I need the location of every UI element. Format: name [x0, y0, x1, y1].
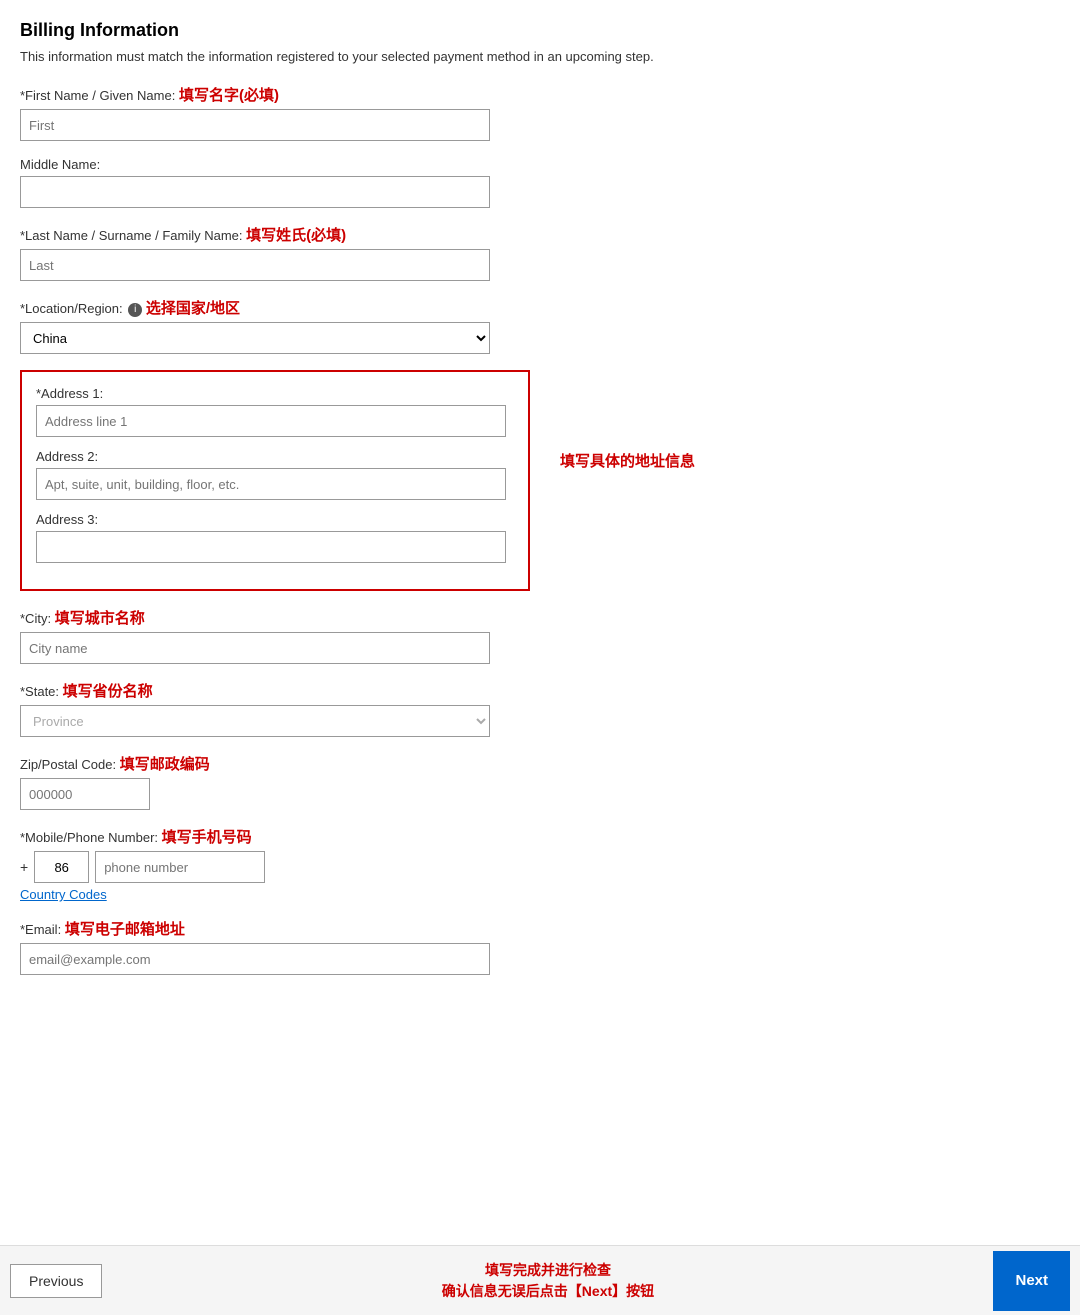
email-label-text: *Email:: [20, 922, 61, 937]
first-name-group: *First Name / Given Name: 填写名字(必填): [20, 84, 1060, 141]
footer-bar: Previous 填写完成并进行检查 确认信息无误后点击【Next】按钮 Nex…: [0, 1245, 1080, 1315]
location-label: *Location/Region: i 选择国家/地区: [20, 297, 1060, 318]
phone-country-code-input[interactable]: [34, 851, 89, 883]
state-select[interactable]: Province Beijing Shanghai Guangdong: [20, 705, 490, 737]
location-select[interactable]: China United States Japan Korea Other: [20, 322, 490, 354]
previous-button[interactable]: Previous: [10, 1264, 102, 1298]
address3-group: Address 3:: [36, 512, 514, 563]
email-input[interactable]: [20, 943, 490, 975]
first-name-label: *First Name / Given Name: 填写名字(必填): [20, 84, 1060, 105]
address1-label: *Address 1:: [36, 386, 514, 401]
middle-name-label: Middle Name:: [20, 157, 1060, 172]
footer-annotation-line2: 确认信息无误后点击【Next】按钮: [102, 1281, 993, 1302]
phone-plus: +: [20, 859, 28, 875]
state-annotation: 填写省份名称: [63, 683, 153, 700]
footer-annotation-line1: 填写完成并进行检查: [102, 1260, 993, 1281]
city-label: *City: 填写城市名称: [20, 607, 1060, 628]
city-label-text: *City:: [20, 611, 51, 626]
country-codes-link[interactable]: Country Codes: [20, 887, 107, 902]
address2-label: Address 2:: [36, 449, 514, 464]
address-annotation: 填写具体的地址信息: [560, 450, 695, 471]
address2-group: Address 2:: [36, 449, 514, 500]
phone-label-text: *Mobile/Phone Number:: [20, 830, 158, 845]
state-label-text: *State:: [20, 684, 59, 699]
email-annotation: 填写电子邮箱地址: [65, 921, 185, 938]
last-name-group: *Last Name / Surname / Family Name: 填写姓氏…: [20, 224, 1060, 281]
address1-group: *Address 1:: [36, 386, 514, 437]
phone-row: +: [20, 851, 1060, 883]
last-name-input[interactable]: [20, 249, 490, 281]
first-name-annotation: 填写名字(必填): [179, 87, 279, 104]
email-label: *Email: 填写电子邮箱地址: [20, 918, 1060, 939]
address3-input[interactable]: [36, 531, 506, 563]
city-input[interactable]: [20, 632, 490, 664]
phone-group: *Mobile/Phone Number: 填写手机号码 + Country C…: [20, 826, 1060, 902]
page-description: This information must match the informat…: [20, 49, 1060, 64]
address-block: *Address 1: Address 2: Address 3:: [20, 370, 530, 591]
footer-annotation: 填写完成并进行检查 确认信息无误后点击【Next】按钮: [102, 1260, 993, 1302]
middle-name-group: Middle Name:: [20, 157, 1060, 208]
zip-annotation: 填写邮政编码: [120, 756, 210, 773]
phone-label: *Mobile/Phone Number: 填写手机号码: [20, 826, 1060, 847]
last-name-label: *Last Name / Surname / Family Name: 填写姓氏…: [20, 224, 1060, 245]
location-annotation: 选择国家/地区: [146, 300, 240, 317]
zip-label: Zip/Postal Code: 填写邮政编码: [20, 753, 1060, 774]
address-wrapper: *Address 1: Address 2: Address 3: 填写具体的地…: [20, 370, 1060, 591]
middle-name-input[interactable]: [20, 176, 490, 208]
zip-group: Zip/Postal Code: 填写邮政编码: [20, 753, 1060, 810]
address2-input[interactable]: [36, 468, 506, 500]
last-name-label-text: *Last Name / Surname / Family Name:: [20, 228, 243, 243]
phone-number-input[interactable]: [95, 851, 265, 883]
first-name-input[interactable]: [20, 109, 490, 141]
last-name-annotation: 填写姓氏(必填): [246, 227, 346, 244]
address3-label: Address 3:: [36, 512, 514, 527]
location-info-icon[interactable]: i: [128, 303, 142, 317]
city-group: *City: 填写城市名称: [20, 607, 1060, 664]
zip-label-text: Zip/Postal Code:: [20, 757, 116, 772]
first-name-label-text: *First Name / Given Name:: [20, 88, 175, 103]
city-annotation: 填写城市名称: [55, 610, 145, 627]
phone-annotation: 填写手机号码: [162, 829, 252, 846]
page-container: Billing Information This information mus…: [0, 0, 1080, 1091]
state-label: *State: 填写省份名称: [20, 680, 1060, 701]
address1-input[interactable]: [36, 405, 506, 437]
next-button[interactable]: Next: [993, 1251, 1070, 1311]
zip-input[interactable]: [20, 778, 150, 810]
location-label-text: *Location/Region:: [20, 301, 123, 316]
email-group: *Email: 填写电子邮箱地址: [20, 918, 1060, 975]
location-group: *Location/Region: i 选择国家/地区 China United…: [20, 297, 1060, 354]
state-group: *State: 填写省份名称 Province Beijing Shanghai…: [20, 680, 1060, 737]
page-title: Billing Information: [20, 20, 1060, 41]
